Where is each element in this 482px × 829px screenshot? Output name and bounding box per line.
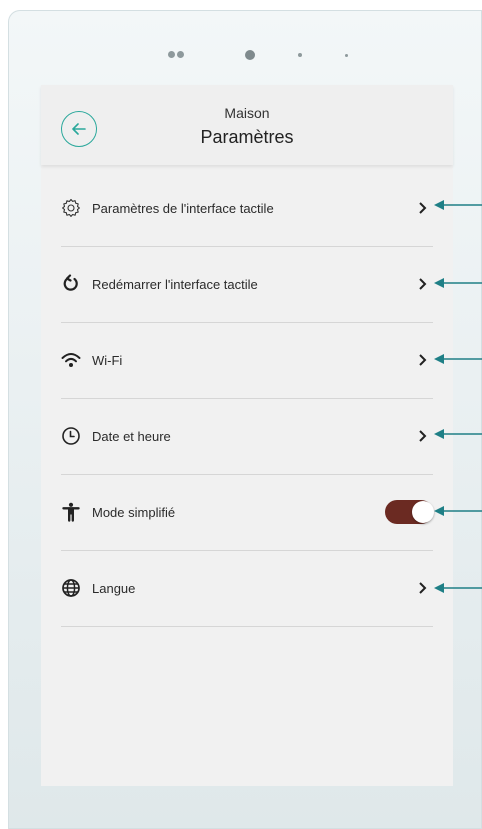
- header-subtitle: Maison: [224, 105, 270, 121]
- settings-item-label: Paramètres de l'interface tactile: [92, 200, 274, 216]
- settings-item-simplified-mode: Mode simplifié: [61, 474, 434, 551]
- settings-item-date-time[interactable]: Date et heure: [61, 398, 433, 475]
- chevron-right-icon: [419, 202, 427, 214]
- toggle-knob: [412, 501, 434, 523]
- settings-item-label: Redémarrer l'interface tactile: [92, 276, 258, 292]
- annotation-arrow: [434, 278, 482, 288]
- accessibility-icon: [61, 502, 81, 522]
- camera-lens: [245, 50, 255, 60]
- camera-sensor: [168, 51, 175, 58]
- annotation-arrow: [434, 354, 482, 364]
- page-title: Paramètres: [200, 127, 294, 147]
- chevron-right-icon: [419, 582, 427, 594]
- settings-item-label: Langue: [92, 580, 136, 596]
- light-sensor: [345, 54, 348, 57]
- annotation-arrow: [434, 429, 482, 439]
- chevron-right-icon: [419, 278, 427, 290]
- restart-icon: [61, 274, 81, 294]
- settings-item-touch-interface[interactable]: Paramètres de l'interface tactile: [61, 170, 433, 247]
- camera-sensor: [177, 51, 184, 58]
- settings-item-label: Wi-Fi: [92, 352, 123, 368]
- annotation-arrow: [434, 583, 482, 593]
- settings-item-language[interactable]: Langue: [61, 550, 433, 627]
- clock-icon: [61, 426, 81, 446]
- gear-icon: [61, 198, 81, 218]
- settings-item-label: Date et heure: [92, 428, 171, 444]
- settings-item-restart[interactable]: Redémarrer l'interface tactile: [61, 246, 433, 323]
- chevron-right-icon: [419, 430, 427, 442]
- chevron-right-icon: [419, 354, 427, 366]
- globe-icon: [61, 578, 81, 598]
- annotation-arrow: [434, 506, 482, 516]
- wifi-icon: [61, 350, 81, 370]
- light-sensor: [298, 53, 302, 57]
- settings-item-label: Mode simplifié: [92, 504, 176, 520]
- touch-screen: Maison Paramètres Paramètres de l'interf…: [41, 85, 453, 786]
- simplified-mode-toggle[interactable]: [385, 500, 434, 524]
- settings-item-wifi[interactable]: Wi-Fi: [61, 322, 433, 399]
- header-bar: Maison Paramètres: [41, 85, 453, 165]
- annotation-arrow: [434, 200, 482, 210]
